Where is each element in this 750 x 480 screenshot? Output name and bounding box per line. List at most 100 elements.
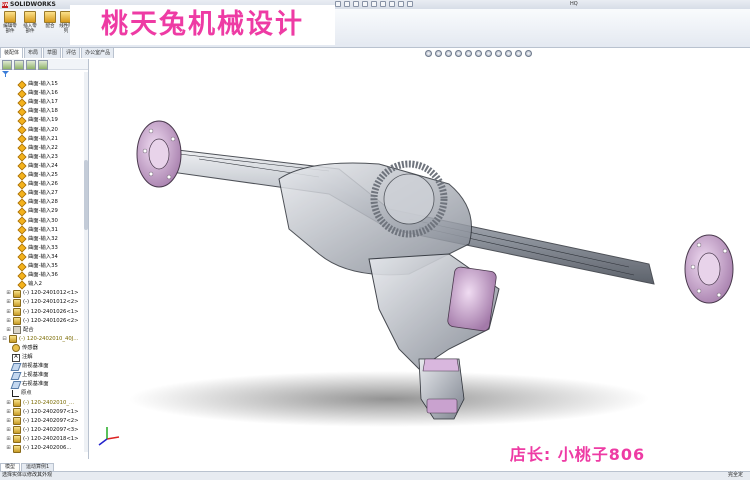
tree-item-surface[interactable]: 曲面-输入26 [17, 180, 58, 190]
zoom-to-fit-icon[interactable] [425, 50, 432, 57]
display-style-icon[interactable] [475, 50, 482, 57]
axle-assembly-model[interactable] [89, 59, 750, 463]
tree-item-surface[interactable]: 曲面-输入24 [17, 161, 58, 171]
expand-toggle-icon[interactable]: ⊞ [6, 308, 11, 317]
app-logo[interactable]: SW SOLIDWORKS [1, 1, 55, 8]
tree-item-mates[interactable]: ⊞ 配合 [6, 326, 34, 335]
watermark-banner: 桃天兔机械设计 [70, 5, 335, 45]
insert-component-button[interactable]: 插入零部件 [22, 11, 38, 34]
file-properties-icon[interactable] [398, 1, 404, 7]
expand-toggle-icon[interactable]: ⊞ [6, 417, 11, 426]
tree-item-sub-child[interactable]: 前视基准面 [10, 362, 49, 371]
save-icon[interactable] [353, 1, 359, 7]
display-pane-icon[interactable] [525, 50, 532, 57]
expand-toggle-icon[interactable]: ⊞ [6, 317, 11, 326]
tab-office-products[interactable]: 办公室产品 [81, 47, 115, 58]
tree-item-part[interactable]: ⊞ (-) 120-2402097<3> [6, 426, 79, 435]
print-icon[interactable] [362, 1, 368, 7]
edit-appearance-icon[interactable] [495, 50, 502, 57]
previous-view-icon[interactable] [445, 50, 452, 57]
feature-manager-icon[interactable] [2, 60, 12, 70]
apply-scene-icon[interactable] [505, 50, 512, 57]
undo-icon[interactable] [371, 1, 377, 7]
tree-item-sub-child[interactable]: 传感器 [12, 344, 38, 353]
tree-item-sub-child[interactable]: 右视基准面 [10, 380, 49, 389]
tree-item-surface[interactable]: 曲面-输入31 [17, 225, 58, 235]
tree-item-surface[interactable]: 曲面-输入28 [17, 198, 58, 208]
expand-toggle-icon[interactable]: ⊞ [6, 435, 11, 444]
section-view-icon[interactable] [455, 50, 462, 57]
expand-toggle-icon[interactable]: ⊞ [6, 444, 11, 453]
expand-toggle-icon[interactable]: ⊟ [2, 335, 7, 344]
tree-item-surface[interactable]: 曲面-输入16 [17, 89, 58, 99]
tab-sketch[interactable]: 草图 [43, 47, 62, 58]
tree-item-surface[interactable]: 曲面-输入30 [17, 216, 58, 226]
zoom-area-icon[interactable] [435, 50, 442, 57]
tree-item-part[interactable]: ⊞ (-) 120-2402097<1> [6, 408, 79, 417]
tree-item-part[interactable]: ⊞ (-) 120-2402006... [6, 444, 71, 453]
rebuild-icon[interactable] [389, 1, 395, 7]
surface-icon [17, 198, 27, 208]
tree-item-sub-child[interactable]: A 注解 [12, 353, 33, 362]
tree-item-surface[interactable]: 曲面-输入17 [17, 98, 58, 108]
tree-item-surface[interactable]: 曲面-输入18 [17, 107, 58, 117]
expand-toggle-icon[interactable]: ⊞ [6, 399, 11, 408]
expand-toggle-icon[interactable]: ⊞ [6, 298, 11, 307]
view-orientation-icon[interactable] [465, 50, 472, 57]
document-title: HQ [570, 1, 578, 7]
tree-item-part[interactable]: ⊞ (-) 120-2402097<2> [6, 417, 79, 426]
expand-toggle-icon[interactable]: ⊞ [6, 426, 11, 435]
tree-item-surface[interactable]: 曲面-输入20 [17, 125, 58, 135]
tree-item-part[interactable]: ⊞ (-) 120-2401012<1> [6, 289, 79, 298]
select-icon[interactable] [380, 1, 386, 7]
expand-toggle-icon[interactable]: ⊞ [6, 326, 11, 335]
tree-item-surface[interactable]: 曲面-输入36 [17, 271, 58, 281]
tab-assembly[interactable]: 装配体 [0, 47, 24, 58]
tree-item-surface[interactable]: 曲面-输入19 [17, 116, 58, 126]
tree-item-surface[interactable]: 曲面-输入22 [17, 143, 58, 153]
tree-item-input[interactable]: 输入2 [17, 280, 42, 290]
tree-item-surface[interactable]: 曲面-输入33 [17, 243, 58, 253]
tree-item-surface[interactable]: 曲面-输入27 [17, 189, 58, 199]
tree-scrollbar[interactable] [84, 72, 88, 452]
tree-item-surface[interactable]: 曲面-输入35 [17, 261, 58, 272]
tree-item-surface[interactable]: 曲面-输入25 [17, 170, 58, 181]
left-hub-flange[interactable] [136, 120, 182, 188]
right-hub-flange[interactable] [684, 234, 734, 304]
graphics-area[interactable] [89, 59, 750, 463]
filter-icon[interactable] [2, 71, 9, 77]
tree-scrollbar-thumb[interactable] [84, 160, 88, 230]
tree-item-part[interactable]: ⊞ (-) 120-2401012<2> [6, 298, 79, 307]
display-manager-icon[interactable] [38, 60, 48, 70]
tree-item-part[interactable]: ⊞ (-) 120-2402018<1> [6, 435, 79, 444]
surface-icon [17, 216, 27, 226]
tree-item-part[interactable]: ⊞ (-) 120-2402010_... [6, 399, 74, 408]
mate-button[interactable]: 配合 [42, 11, 58, 29]
tree-item-subassembly[interactable]: ⊟ (-) 120-2402010_40J... [2, 335, 78, 344]
tree-item-surface[interactable]: 曲面-输入34 [17, 252, 58, 262]
tree-item-surface[interactable]: 曲面-输入32 [17, 234, 58, 244]
view-settings-icon[interactable] [515, 50, 522, 57]
tree-item-surface[interactable]: 曲面-输入23 [17, 152, 58, 162]
tab-layout[interactable]: 布局 [24, 47, 43, 58]
property-manager-icon[interactable] [14, 60, 24, 70]
tree-item-surface[interactable]: 曲面-输入29 [17, 207, 58, 217]
open-icon[interactable] [344, 1, 350, 7]
tree-item-sub-child[interactable]: 上视基准面 [10, 371, 49, 380]
new-icon[interactable] [335, 1, 341, 7]
tree-item-surface[interactable]: 曲面-输入21 [17, 134, 58, 144]
tree-item-part[interactable]: ⊞ (-) 120-2401026<2> [6, 317, 79, 326]
expand-toggle-icon[interactable]: ⊞ [6, 408, 11, 417]
expand-toggle-icon[interactable]: ⊞ [6, 289, 11, 298]
tab-evaluate[interactable]: 评估 [62, 47, 81, 58]
mate-icon [44, 11, 56, 23]
hide-show-items-icon[interactable] [485, 50, 492, 57]
configuration-manager-icon[interactable] [26, 60, 36, 70]
edit-component-button[interactable]: 编辑零部件 [2, 11, 18, 34]
tree-item-sub-child[interactable]: 原点 [12, 389, 32, 398]
tree-item-part[interactable]: ⊞ (-) 120-2401026<1> [6, 308, 79, 317]
tree-item-label: 上视基准面 [22, 372, 49, 379]
options-icon[interactable] [407, 1, 413, 7]
ground-shadow [129, 371, 649, 427]
tree-item-surface[interactable]: 曲面-输入15 [17, 79, 58, 90]
